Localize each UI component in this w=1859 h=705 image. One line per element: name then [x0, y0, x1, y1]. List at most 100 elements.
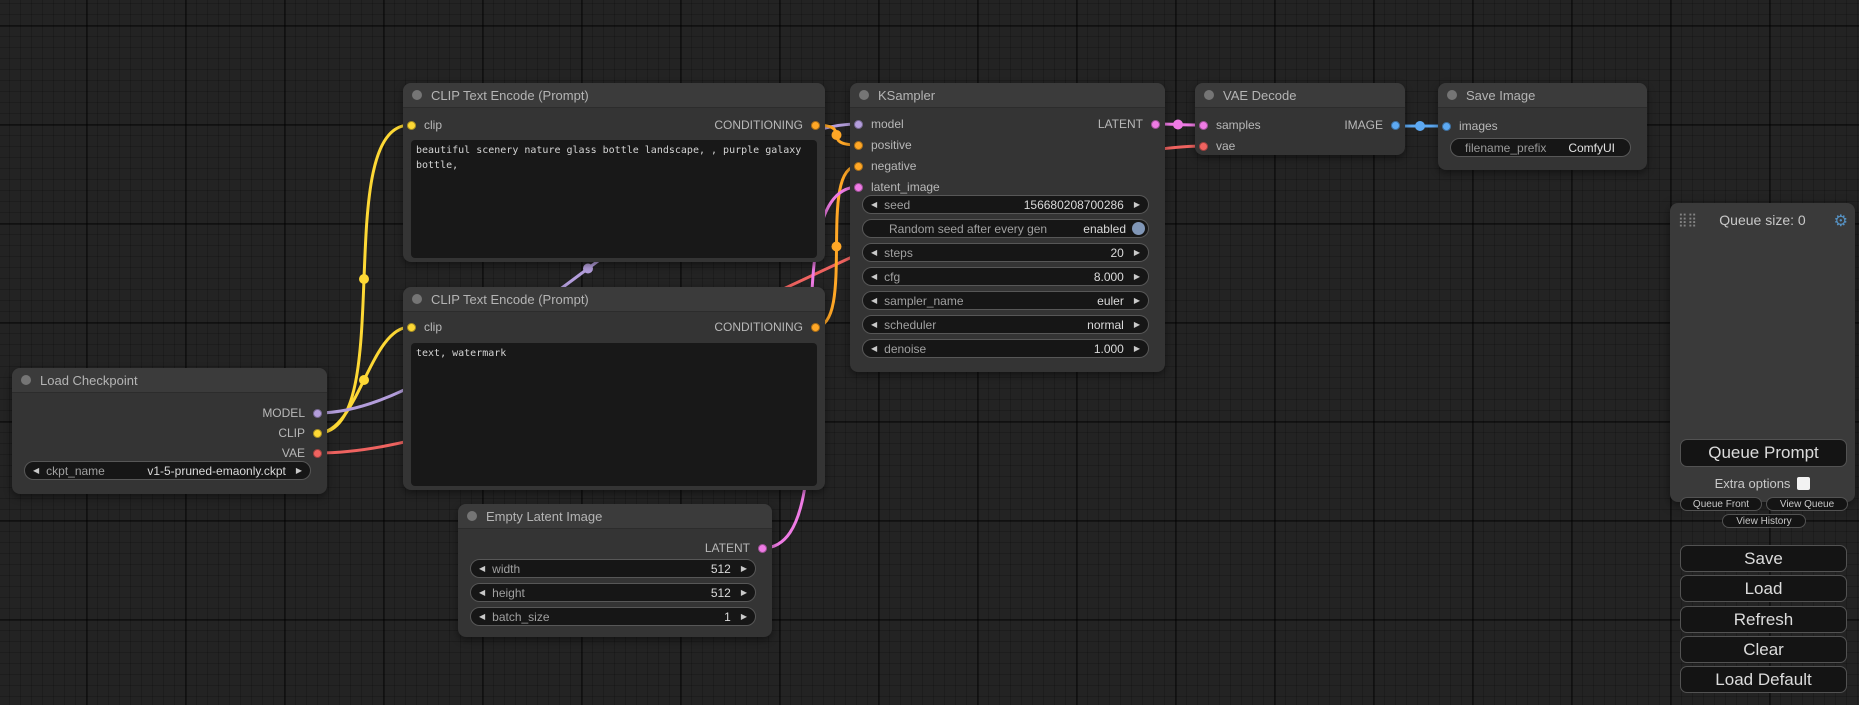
- collapse-dot-icon[interactable]: [21, 375, 31, 385]
- node-title-bar[interactable]: VAE Decode: [1195, 83, 1405, 108]
- gear-icon[interactable]: ⚙: [1834, 211, 1848, 231]
- input-dot-samples[interactable]: [1199, 121, 1208, 130]
- decrement-arrow-icon[interactable]: ◀: [33, 467, 39, 475]
- widget-width[interactable]: ◀width512▶: [470, 559, 756, 578]
- prompt-textarea[interactable]: beautiful scenery nature glass bottle la…: [411, 140, 817, 258]
- increment-arrow-icon[interactable]: ▶: [1134, 321, 1140, 329]
- decrement-arrow-icon[interactable]: ◀: [871, 249, 877, 257]
- output-slot-IMAGE[interactable]: IMAGE: [1344, 118, 1400, 132]
- prompt-textarea[interactable]: text, watermark: [411, 343, 817, 486]
- output-slot-LATENT[interactable]: LATENT: [1098, 117, 1160, 131]
- node-save-image[interactable]: Save Image images filename_prefixComfyUI: [1438, 83, 1647, 170]
- output-dot-LATENT[interactable]: [1151, 120, 1160, 129]
- output-dot-VAE[interactable]: [313, 449, 322, 458]
- node-empty-latent-image[interactable]: Empty Latent Image LATENT ◀width512▶ ◀heigh…: [458, 504, 772, 637]
- input-slot-images[interactable]: images: [1442, 119, 1498, 133]
- input-dot-positive[interactable]: [854, 141, 863, 150]
- load-button[interactable]: Load: [1680, 575, 1847, 602]
- view-history-button[interactable]: View History: [1722, 514, 1806, 528]
- node-title-bar[interactable]: Empty Latent Image: [458, 504, 772, 529]
- input-slot-samples[interactable]: samples: [1199, 118, 1261, 132]
- queue-front-button[interactable]: Queue Front: [1680, 497, 1762, 511]
- increment-arrow-icon[interactable]: ▶: [741, 613, 747, 621]
- increment-arrow-icon[interactable]: ▶: [741, 589, 747, 597]
- output-slot-LATENT[interactable]: LATENT: [705, 541, 767, 555]
- collapse-dot-icon[interactable]: [859, 90, 869, 100]
- widget-sampler-name[interactable]: ◀sampler_nameeuler▶: [862, 291, 1149, 310]
- output-slot-CLIP[interactable]: CLIP: [278, 426, 322, 440]
- widget-ckpt-name[interactable]: ◀ckpt_namev1-5-pruned-emaonly.ckpt▶: [24, 461, 311, 480]
- decrement-arrow-icon[interactable]: ◀: [871, 201, 877, 209]
- output-slot-VAE[interactable]: VAE: [282, 446, 322, 460]
- node-ksampler[interactable]: KSamplermodelpositivenegativelatent_imag…: [850, 83, 1165, 372]
- graph-canvas[interactable]: Load Checkpoint MODEL CLIP VAE◀ckpt_namev1-…: [0, 0, 1859, 705]
- increment-arrow-icon[interactable]: ▶: [1134, 201, 1140, 209]
- node-title-bar[interactable]: CLIP Text Encode (Prompt): [403, 83, 825, 108]
- node-clip-text-encode-positive[interactable]: CLIP Text Encode (Prompt) clip CONDITIONIN…: [403, 83, 825, 262]
- output-slot-CONDITIONING[interactable]: CONDITIONING: [714, 320, 820, 334]
- collapse-dot-icon[interactable]: [1204, 90, 1214, 100]
- increment-arrow-icon[interactable]: ▶: [741, 565, 747, 573]
- output-dot-IMAGE[interactable]: [1391, 121, 1400, 130]
- output-slot-CONDITIONING[interactable]: CONDITIONING: [714, 118, 820, 132]
- decrement-arrow-icon[interactable]: ◀: [479, 589, 485, 597]
- input-dot-negative[interactable]: [854, 162, 863, 171]
- node-load-checkpoint[interactable]: Load Checkpoint MODEL CLIP VAE◀ckpt_namev1-…: [12, 368, 327, 494]
- input-slot-positive[interactable]: positive: [854, 138, 912, 152]
- input-dot-clip[interactable]: [407, 323, 416, 332]
- decrement-arrow-icon[interactable]: ◀: [871, 273, 877, 281]
- widget-seed[interactable]: ◀seed156680208700286▶: [862, 195, 1149, 214]
- decrement-arrow-icon[interactable]: ◀: [871, 321, 877, 329]
- collapse-dot-icon[interactable]: [1447, 90, 1457, 100]
- input-slot-clip[interactable]: clip: [407, 320, 442, 334]
- widget-batch-size[interactable]: ◀batch_size1▶: [470, 607, 756, 626]
- output-dot-CONDITIONING[interactable]: [811, 121, 820, 130]
- input-dot-clip[interactable]: [407, 121, 416, 130]
- node-clip-text-encode-negative[interactable]: CLIP Text Encode (Prompt) clip CONDITIONIN…: [403, 287, 825, 490]
- input-dot-vae[interactable]: [1199, 142, 1208, 151]
- widget-random-seed-after-every-gen[interactable]: Random seed after every genenabled: [862, 219, 1149, 238]
- widget-cfg[interactable]: ◀cfg8.000▶: [862, 267, 1149, 286]
- increment-arrow-icon[interactable]: ▶: [296, 467, 302, 475]
- node-vae-decode[interactable]: VAE Decode samples vae IMAGE: [1195, 83, 1405, 155]
- widget-filename-prefix[interactable]: filename_prefixComfyUI: [1450, 138, 1631, 157]
- input-dot-images[interactable]: [1442, 122, 1451, 131]
- refresh-button[interactable]: Refresh: [1680, 606, 1847, 633]
- toggle-indicator[interactable]: [1132, 222, 1145, 235]
- decrement-arrow-icon[interactable]: ◀: [479, 613, 485, 621]
- widget-denoise[interactable]: ◀denoise1.000▶: [862, 339, 1149, 358]
- clear-button[interactable]: Clear: [1680, 636, 1847, 663]
- node-title-bar[interactable]: Save Image: [1438, 83, 1647, 108]
- output-dot-LATENT[interactable]: [758, 544, 767, 553]
- output-slot-MODEL[interactable]: MODEL: [262, 406, 322, 420]
- input-dot-latent_image[interactable]: [854, 183, 863, 192]
- extra-options-checkbox[interactable]: [1797, 477, 1810, 490]
- input-slot-latent_image[interactable]: latent_image: [854, 180, 940, 194]
- decrement-arrow-icon[interactable]: ◀: [871, 345, 877, 353]
- increment-arrow-icon[interactable]: ▶: [1134, 297, 1140, 305]
- collapse-dot-icon[interactable]: [412, 294, 422, 304]
- widget-steps[interactable]: ◀steps20▶: [862, 243, 1149, 262]
- output-dot-CLIP[interactable]: [313, 429, 322, 438]
- decrement-arrow-icon[interactable]: ◀: [479, 565, 485, 573]
- collapse-dot-icon[interactable]: [467, 511, 477, 521]
- input-dot-model[interactable]: [854, 120, 863, 129]
- node-title-bar[interactable]: CLIP Text Encode (Prompt): [403, 287, 825, 312]
- input-slot-model[interactable]: model: [854, 117, 904, 131]
- save-button[interactable]: Save: [1680, 545, 1847, 572]
- widget-height[interactable]: ◀height512▶: [470, 583, 756, 602]
- input-slot-clip[interactable]: clip: [407, 118, 442, 132]
- view-queue-button[interactable]: View Queue: [1766, 497, 1848, 511]
- output-dot-MODEL[interactable]: [313, 409, 322, 418]
- output-dot-CONDITIONING[interactable]: [811, 323, 820, 332]
- node-title-bar[interactable]: Load Checkpoint: [12, 368, 327, 393]
- queue-prompt-button[interactable]: Queue Prompt: [1680, 439, 1847, 467]
- collapse-dot-icon[interactable]: [412, 90, 422, 100]
- widget-scheduler[interactable]: ◀schedulernormal▶: [862, 315, 1149, 334]
- increment-arrow-icon[interactable]: ▶: [1134, 273, 1140, 281]
- input-slot-vae[interactable]: vae: [1199, 139, 1235, 153]
- node-title-bar[interactable]: KSampler: [850, 83, 1165, 108]
- load-default-button[interactable]: Load Default: [1680, 666, 1847, 693]
- decrement-arrow-icon[interactable]: ◀: [871, 297, 877, 305]
- increment-arrow-icon[interactable]: ▶: [1134, 345, 1140, 353]
